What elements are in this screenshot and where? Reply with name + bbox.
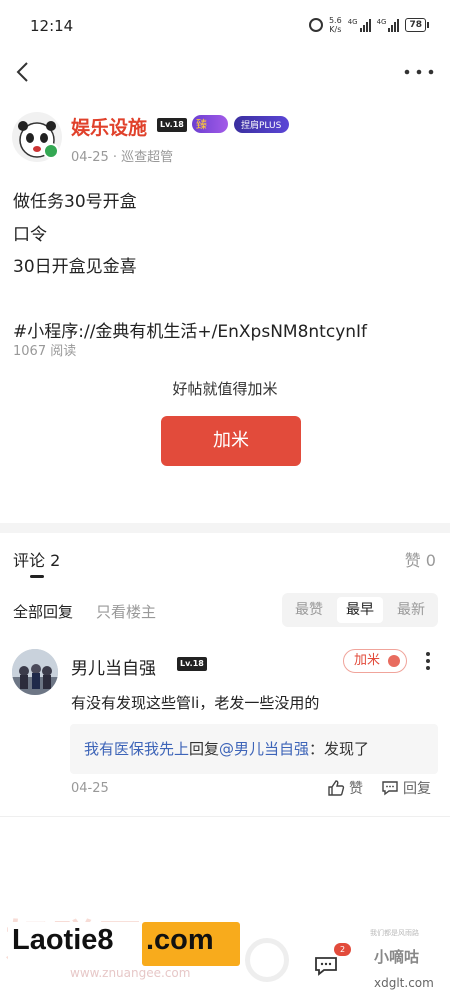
author-level-badge: Lv.18: [157, 118, 187, 132]
sort-newest[interactable]: 最新: [388, 597, 434, 623]
tab-likes[interactable]: 赞 0: [405, 547, 436, 571]
back-icon[interactable]: [12, 60, 36, 84]
commenter-avatar[interactable]: [12, 649, 58, 695]
comment-more-icon[interactable]: [420, 651, 436, 671]
comment-date: 04-25: [71, 781, 109, 796]
watermark-right-url: xdglt.com: [374, 976, 434, 990]
comment-reward-button[interactable]: 加米: [343, 649, 407, 673]
reply-preview[interactable]: 我有医保我先上回复@男儿当自强：发现了: [70, 724, 438, 774]
reply-author[interactable]: 我有医保我先上: [84, 740, 189, 758]
signal-icon-2: 4G: [377, 18, 400, 32]
tab-comments[interactable]: 评论 2: [13, 547, 60, 571]
section-separator: [0, 523, 450, 533]
filter-op-only[interactable]: 只看楼主: [96, 601, 156, 622]
signal-icon: 4G: [348, 18, 371, 32]
nav-bar: [0, 48, 450, 98]
commenter-name[interactable]: 男儿当自强: [71, 654, 156, 679]
reply-text: ：发现了: [309, 740, 370, 758]
more-icon[interactable]: [402, 60, 436, 84]
comment-count-badge: 2: [334, 943, 351, 956]
commenter-level-badge: Lv.18: [177, 657, 207, 671]
comment-text: 有没有发现这些管li，老发一些没用的: [71, 694, 320, 712]
reward-button[interactable]: 加米: [161, 416, 301, 466]
group-photo-icon: [12, 649, 58, 695]
coin-icon: [388, 655, 400, 667]
plus-badge: 捏肩PLUS: [234, 116, 290, 133]
comment-divider: [0, 816, 450, 817]
chat-bubble-icon: [382, 781, 398, 796]
alarm-icon: [308, 18, 323, 32]
post-date: 04-25: [71, 150, 109, 165]
post-meta: 04-25 · 巡查超管: [71, 146, 173, 165]
sort-most-liked[interactable]: 最赞: [286, 597, 332, 623]
battery-icon: 78: [405, 18, 429, 32]
status-time: 12:14: [30, 17, 74, 35]
tab-indicator: [30, 575, 44, 578]
sort-earliest[interactable]: 最早: [337, 597, 383, 623]
sort-toggle: 最赞 最早 最新: [282, 593, 438, 627]
author-name[interactable]: 娱乐设施: [71, 113, 147, 140]
post-role: · 巡查超管: [112, 150, 174, 165]
comment-count-icon[interactable]: [314, 956, 338, 976]
filter-all-replies[interactable]: 全部回复: [13, 601, 73, 622]
online-badge-icon: [43, 143, 59, 159]
comment-like-button[interactable]: 赞: [327, 778, 363, 798]
status-bar: 12:14 5.6 K/s 4G 4G 78: [0, 0, 450, 48]
watermark-right-logo: 小嘀咕: [374, 948, 420, 966]
post-content: 做任务30号开盒 口令 30日开盒见金喜 #小程序://金典有机生活+/EnXp…: [13, 192, 368, 342]
fire-badge-icon: 臻: [192, 115, 228, 133]
comment-reply-button[interactable]: 回复: [381, 778, 431, 798]
watermark-domain: .com: [146, 924, 214, 956]
thumbs-up-icon: [328, 780, 345, 796]
reply-target[interactable]: @男儿当自强: [219, 740, 309, 758]
net-speed: 5.6 K/s: [328, 16, 342, 34]
watermark-text: Laotie8: [12, 924, 114, 956]
read-count: 1067 阅读: [13, 344, 77, 359]
watermark-right-small: 我们都是风雨路: [370, 929, 419, 937]
status-icons: 5.6 K/s 4G 4G 78: [308, 16, 429, 34]
bottom-circle-decoration: [245, 938, 289, 982]
reward-prompt: 好帖就值得加米: [172, 380, 278, 398]
reply-verb: 回复: [189, 740, 220, 758]
